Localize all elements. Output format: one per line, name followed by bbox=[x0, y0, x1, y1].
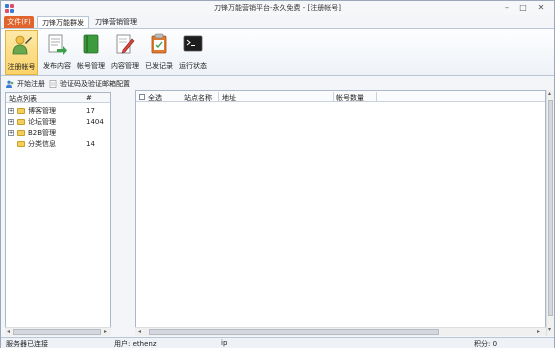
scroll-thumb[interactable] bbox=[13, 329, 101, 335]
tree-item-count: 17 bbox=[86, 107, 95, 115]
menu-tab-row: 文件(F) 刀锋万能群发 刀锋营销管理 bbox=[1, 15, 554, 28]
account-manage-label: 帐号管理 bbox=[77, 62, 105, 70]
site-grid: 全选 站点名称 地址 帐号数量 bbox=[135, 90, 546, 336]
scroll-up-icon[interactable]: ▴ bbox=[548, 90, 551, 97]
tree-item-label: 论坛管理 bbox=[28, 118, 56, 126]
select-all-checkbox[interactable] bbox=[139, 94, 145, 100]
start-register-button[interactable]: 开始注册 bbox=[6, 79, 45, 89]
site-list-column-header[interactable]: 站点列表 bbox=[9, 94, 37, 104]
expand-icon[interactable]: + bbox=[8, 130, 14, 136]
start-register-label: 开始注册 bbox=[17, 80, 45, 88]
content-manage-button[interactable]: 内容管理 bbox=[109, 30, 141, 75]
register-account-icon bbox=[12, 35, 32, 55]
sent-records-button[interactable]: 已发记录 bbox=[143, 30, 175, 75]
scroll-left-icon[interactable]: ◂ bbox=[138, 328, 141, 335]
tab-marketing-manage[interactable]: 刀锋营销管理 bbox=[92, 16, 140, 28]
tab-mass-posting[interactable]: 刀锋万能群发 bbox=[37, 16, 89, 28]
maximize-icon[interactable]: □ bbox=[517, 3, 529, 13]
tree-item-b2b[interactable]: + B2B管理 bbox=[6, 128, 110, 138]
content-manage-icon bbox=[116, 34, 135, 54]
folder-icon bbox=[17, 141, 25, 147]
expand-icon[interactable]: + bbox=[8, 119, 14, 125]
scroll-thumb[interactable] bbox=[149, 329, 439, 335]
scroll-down-icon[interactable]: ▾ bbox=[548, 326, 551, 333]
site-tree-header: 站点列表 # bbox=[6, 93, 110, 103]
users-icon bbox=[6, 80, 14, 88]
status-bar: 服务器已连接 用户: ethenz ip 积分: 0 bbox=[1, 337, 554, 348]
close-icon[interactable]: ✕ bbox=[535, 3, 547, 13]
captcha-email-config-button[interactable]: 验证码及验证邮箱配置 bbox=[49, 79, 130, 89]
tree-item-classifieds[interactable]: 分类信息 14 bbox=[6, 139, 110, 149]
secondary-toolbar: 开始注册 验证码及验证邮箱配置 bbox=[1, 78, 554, 90]
ribbon-toolbar: 注册帐号 发布内容 帐号管理 内容管理 已发记录 运行状态 bbox=[1, 28, 554, 76]
tree-item-forum[interactable]: + 论坛管理 1404 bbox=[6, 117, 110, 127]
register-account-button[interactable]: 注册帐号 bbox=[5, 30, 38, 75]
tree-item-count: 1404 bbox=[86, 118, 104, 126]
folder-icon bbox=[17, 130, 25, 136]
site-name-column-header[interactable]: 站点名称 bbox=[184, 93, 212, 103]
tree-item-label: B2B管理 bbox=[28, 129, 57, 137]
minimize-icon[interactable]: – bbox=[501, 3, 513, 13]
select-all-label[interactable]: 全选 bbox=[148, 93, 162, 103]
title-bar: 刀锋万能营销平台-永久免费 - [注册帐号] – □ ✕ bbox=[1, 1, 554, 15]
scroll-thumb[interactable] bbox=[548, 100, 553, 316]
folder-icon bbox=[17, 119, 25, 125]
publish-content-icon bbox=[48, 34, 67, 55]
grid-header: 全选 站点名称 地址 帐号数量 bbox=[136, 91, 545, 102]
register-account-label: 注册帐号 bbox=[7, 63, 36, 71]
app-window: 刀锋万能营销平台-永久免费 - [注册帐号] – □ ✕ 文件(F) 刀锋万能群… bbox=[0, 0, 555, 348]
tree-item-label: 博客管理 bbox=[28, 107, 56, 115]
count-column-header[interactable]: # bbox=[86, 94, 92, 102]
run-status-label: 运行状态 bbox=[179, 62, 207, 70]
config-doc-icon bbox=[49, 80, 57, 88]
window-title: 刀锋万能营销平台-永久免费 - [注册帐号] bbox=[214, 4, 341, 12]
run-status-button[interactable]: 运行状态 bbox=[177, 30, 209, 75]
scroll-left-icon[interactable]: ◂ bbox=[7, 328, 10, 335]
grid-vscrollbar[interactable]: ▴ ▾ bbox=[546, 90, 554, 336]
sent-records-icon bbox=[151, 33, 167, 54]
tab-file[interactable]: 文件(F) bbox=[4, 16, 34, 28]
folder-icon bbox=[17, 108, 25, 114]
tree-item-label: 分类信息 bbox=[28, 140, 56, 148]
column-divider[interactable] bbox=[218, 92, 219, 101]
ip-status: ip bbox=[221, 339, 228, 347]
publish-content-label: 发布内容 bbox=[43, 62, 71, 70]
site-tree-panel: 站点列表 # + 博客管理 17 + 论坛管理 1404 + B2B管理 分类信… bbox=[5, 92, 111, 336]
grid-hscrollbar[interactable]: ◂ ▸ bbox=[135, 327, 546, 336]
address-column-header[interactable]: 地址 bbox=[222, 93, 236, 103]
column-divider[interactable] bbox=[376, 92, 377, 101]
account-manage-button[interactable]: 帐号管理 bbox=[75, 30, 107, 75]
run-status-icon bbox=[183, 35, 203, 52]
tree-item-blog[interactable]: + 博客管理 17 bbox=[6, 106, 110, 116]
content-manage-label: 内容管理 bbox=[111, 62, 139, 70]
site-tree-hscrollbar[interactable]: ◂ ▸ bbox=[5, 327, 111, 336]
account-manage-icon bbox=[83, 34, 99, 54]
publish-content-button[interactable]: 发布内容 bbox=[41, 30, 73, 75]
column-divider[interactable] bbox=[333, 92, 334, 101]
sent-records-label: 已发记录 bbox=[145, 62, 173, 70]
scroll-right-icon[interactable]: ▸ bbox=[537, 328, 540, 335]
expand-icon[interactable]: + bbox=[8, 108, 14, 114]
tree-item-count: 14 bbox=[86, 140, 95, 148]
captcha-email-config-label: 验证码及验证邮箱配置 bbox=[60, 80, 130, 88]
scroll-right-icon[interactable]: ▸ bbox=[104, 328, 107, 335]
account-count-column-header[interactable]: 帐号数量 bbox=[336, 93, 364, 103]
